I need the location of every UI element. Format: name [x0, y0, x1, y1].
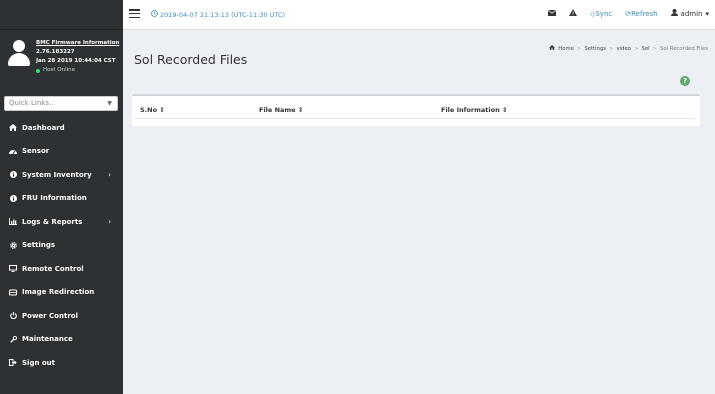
top-header: 2019-04-07 21:13:13 (UTC-11:30 UTC) ◇Syn… — [123, 0, 715, 30]
firmware-version: 2.76.183227 — [36, 49, 75, 55]
dashboard-icon — [8, 124, 18, 132]
quick-links-select[interactable]: Quick Links.. ▼ — [4, 96, 118, 111]
firmware-build-date: Jan 28 2019 10:44:04 CST — [36, 58, 116, 64]
datetime-display: 2019-04-07 21:13:13 (UTC-11:30 UTC) — [151, 10, 285, 19]
breadcrumb-separator: > — [652, 45, 657, 52]
sort-icon: ⇕ — [297, 106, 304, 114]
sign-out-icon — [8, 359, 18, 367]
page-title: Sol Recorded Files — [134, 52, 248, 67]
breadcrumb-sol[interactable]: Sol — [641, 46, 649, 52]
table-header: S.No ⇕ File Name ⇕ File Information ⇕ — [134, 102, 695, 119]
user-panel: BMC Firmware Information 2.76.183227 Jan… — [0, 31, 123, 86]
disc-icon — [8, 289, 18, 296]
files-table-box: S.No ⇕ File Name ⇕ File Information ⇕ — [132, 94, 700, 126]
user-menu[interactable]: admin ▾ — [670, 9, 709, 18]
sidebar-item-label: Maintenance — [22, 335, 73, 344]
menu-toggle-icon[interactable] — [129, 9, 140, 19]
host-status: Host Online — [36, 66, 121, 75]
avatar — [8, 40, 30, 66]
firmware-info: BMC Firmware Information 2.76.183227 Jan… — [36, 39, 121, 75]
sidebar-item-label: Settings — [22, 241, 56, 250]
power-icon — [8, 312, 18, 320]
sidebar-item-system-inventory[interactable]: System Inventory › — [0, 163, 123, 187]
monitor-icon — [8, 265, 18, 273]
sidebar-item-label: Logs & Reports — [22, 217, 83, 226]
breadcrumb-settings[interactable]: Settings — [584, 46, 606, 52]
sidebar-item-label: Image Redirection — [22, 288, 95, 297]
sidebar-item-label: System Inventory — [22, 170, 92, 179]
chart-icon — [8, 218, 18, 226]
column-header-file-information[interactable]: File Information ⇕ — [441, 106, 507, 114]
home-icon — [549, 45, 556, 52]
breadcrumb-home[interactable]: Home — [558, 46, 574, 52]
clock-icon — [151, 10, 158, 19]
column-header-sno[interactable]: S.No ⇕ — [140, 106, 165, 114]
gear-icon — [8, 241, 18, 249]
main-content: Sol Recorded Files Home > Settings > vid… — [123, 31, 715, 394]
sidebar-item-dashboard[interactable]: Dashboard — [0, 116, 123, 140]
breadcrumb-video[interactable]: video — [617, 46, 631, 52]
warning-icon[interactable] — [568, 9, 577, 18]
sensor-icon — [8, 148, 18, 155]
sidebar-item-sensor[interactable]: Sensor — [0, 140, 123, 164]
sidebar-item-power-control[interactable]: Power Control — [0, 304, 123, 328]
quick-links-placeholder: Quick Links.. — [9, 99, 54, 107]
sidebar-item-label: FRU Information — [22, 194, 87, 203]
caret-down-icon: ▾ — [705, 9, 709, 18]
user-icon — [670, 9, 678, 18]
user-name: admin — [680, 9, 703, 18]
status-dot-icon — [36, 68, 40, 73]
sidebar: BMC Firmware Information 2.76.183227 Jan… — [0, 0, 123, 394]
sidebar-item-label: Sign out — [22, 358, 56, 367]
sort-icon: ⇕ — [501, 106, 508, 114]
sidebar-item-settings[interactable]: Settings — [0, 234, 123, 258]
sidebar-item-label: Sensor — [22, 147, 50, 156]
chevron-right-icon: › — [108, 217, 111, 226]
sync-label: Sync — [595, 9, 613, 18]
host-status-label: Host Online — [43, 67, 76, 73]
column-header-file-name[interactable]: File Name ⇕ — [259, 106, 303, 114]
sync-button[interactable]: ◇Sync — [590, 10, 612, 18]
sidebar-item-fru-information[interactable]: FRU Information — [0, 187, 123, 211]
breadcrumb-separator: > — [576, 45, 582, 52]
header-actions: ◇Sync ⟳Refresh admin ▾ — [547, 9, 709, 18]
refresh-label: Refresh — [631, 9, 658, 18]
sidebar-item-label: Power Control — [22, 311, 78, 320]
sidebar-item-label: Dashboard — [22, 123, 65, 132]
wrench-icon — [8, 335, 18, 343]
datetime-text: 2019-04-07 21:13:13 (UTC-11:30 UTC) — [160, 10, 286, 19]
breadcrumb-current: Sol Recorded Files — [660, 45, 708, 52]
breadcrumb: Home > Settings > video > Sol > Sol Reco… — [549, 45, 708, 52]
sidebar-logo-area — [0, 0, 123, 30]
sidebar-item-label: Remote Control — [22, 264, 84, 273]
sort-icon: ⇕ — [159, 106, 165, 114]
breadcrumb-separator: > — [609, 45, 614, 52]
sidebar-item-sign-out[interactable]: Sign out — [0, 351, 123, 375]
sidebar-item-maintenance[interactable]: Maintenance — [0, 328, 123, 352]
info-icon — [8, 171, 18, 179]
info-icon — [8, 194, 18, 202]
envelope-icon[interactable] — [547, 9, 557, 18]
breadcrumb-separator: > — [634, 45, 639, 52]
caret-down-icon: ▼ — [107, 100, 112, 107]
sidebar-item-logs-reports[interactable]: Logs & Reports › — [0, 210, 123, 234]
sidebar-item-image-redirection[interactable]: Image Redirection — [0, 281, 123, 305]
firmware-info-link[interactable]: BMC Firmware Information — [36, 39, 121, 48]
chevron-right-icon: › — [108, 170, 111, 179]
refresh-button[interactable]: ⟳Refresh — [625, 10, 657, 18]
sidebar-item-remote-control[interactable]: Remote Control — [0, 257, 123, 281]
help-icon[interactable]: ? — [680, 76, 690, 86]
sidebar-menu: Dashboard Sensor System Inventory › FRU … — [0, 116, 123, 375]
